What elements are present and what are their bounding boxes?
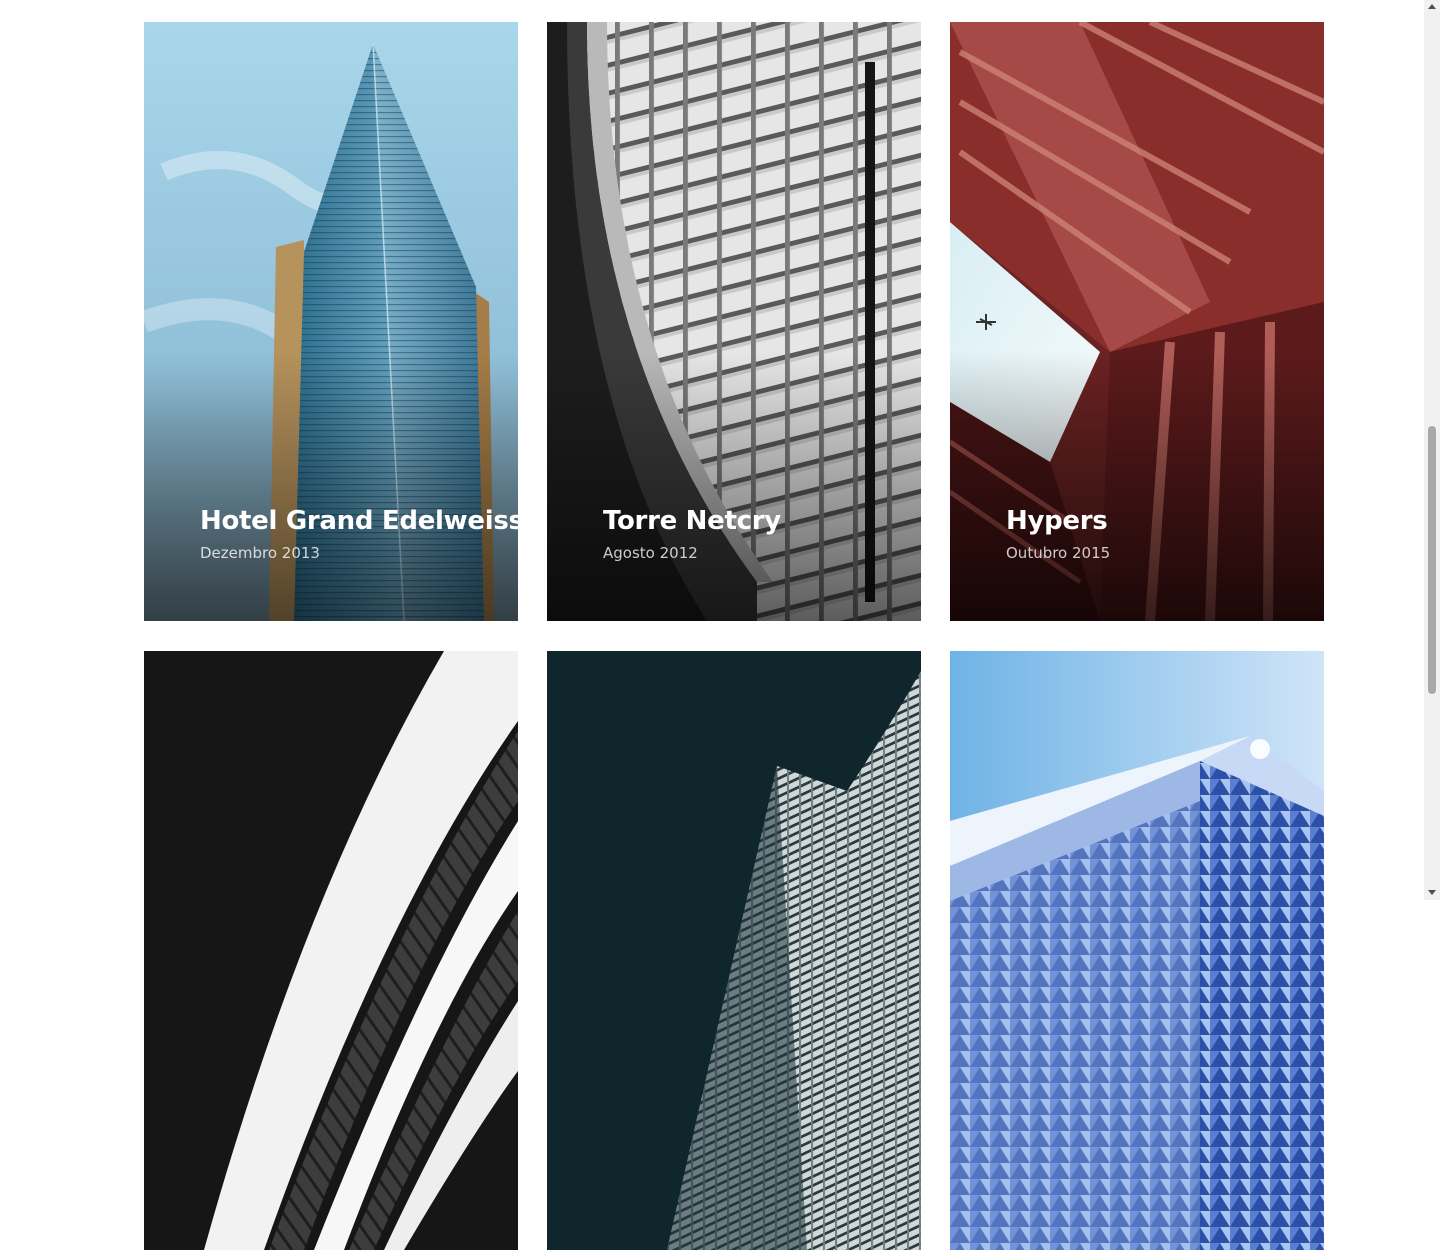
project-card[interactable]	[547, 651, 921, 1250]
projects-grid: Hotel Grand Edelweiss Dezembro 2013 Torr…	[144, 22, 1324, 1250]
project-card[interactable]: Hypers Outubro 2015	[950, 22, 1324, 621]
scrollbar-thumb[interactable]	[1428, 426, 1436, 694]
project-title: Hotel Grand Edelweiss	[200, 506, 518, 536]
project-date: Agosto 2012	[603, 544, 698, 562]
project-image	[950, 651, 1324, 1250]
project-caption: Hypers Outubro 2015	[1006, 506, 1110, 562]
project-image	[547, 651, 921, 1250]
project-caption: Torre Netcry Agosto 2012	[603, 506, 781, 562]
project-date: Dezembro 2013	[200, 544, 320, 562]
project-title: Hypers	[1006, 506, 1108, 536]
project-card[interactable]: Torre Netcry Agosto 2012	[547, 22, 921, 621]
scroll-down-arrow-icon[interactable]	[1428, 890, 1436, 895]
project-card[interactable]	[950, 651, 1324, 1250]
project-date: Outubro 2015	[1006, 544, 1111, 562]
scroll-up-arrow-icon[interactable]	[1428, 4, 1436, 9]
project-image	[144, 651, 518, 1250]
project-caption: Hotel Grand Edelweiss Dezembro 2013	[200, 506, 518, 562]
project-card[interactable]: Hotel Grand Edelweiss Dezembro 2013	[144, 22, 518, 621]
page-scrollbar[interactable]	[1424, 0, 1440, 900]
project-card[interactable]	[144, 651, 518, 1250]
project-title: Torre Netcry	[603, 506, 781, 536]
